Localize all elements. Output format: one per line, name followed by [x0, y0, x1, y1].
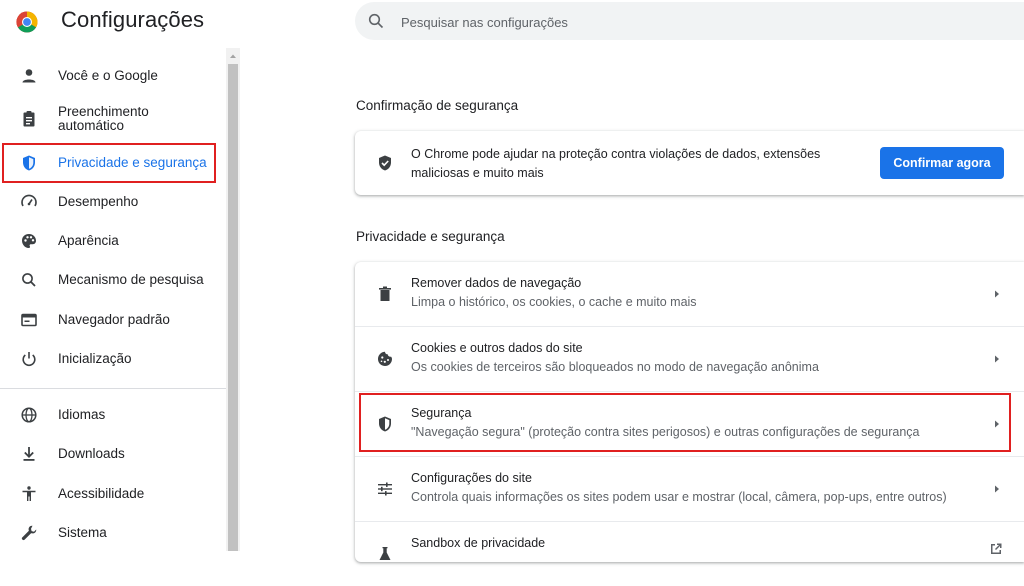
- row-title: Remover dados de navegação: [411, 276, 582, 290]
- chrome-logo-icon: [16, 11, 38, 33]
- section-title-safety-check: Confirmação de segurança: [356, 98, 519, 113]
- cookie-icon: [375, 349, 395, 369]
- sidebar-item-label: Inicialização: [58, 351, 132, 366]
- flask-icon: [375, 544, 395, 564]
- search-icon: [19, 270, 39, 290]
- row-security[interactable]: Segurança "Navegação segura" (proteção c…: [355, 392, 1024, 456]
- page-title: Configurações: [61, 7, 205, 32]
- sidebar-item-sistema[interactable]: Sistema: [0, 515, 226, 551]
- sidebar-item-label: Downloads: [58, 446, 125, 461]
- search-input[interactable]: [399, 11, 963, 33]
- search-bar[interactable]: [355, 2, 1024, 40]
- sidebar-item-label: Navegador padrão: [58, 312, 170, 327]
- privacy-card: Remover dados de navegação Limpa o histó…: [355, 262, 1024, 562]
- row-site-settings[interactable]: Configurações do site Controla quais inf…: [355, 457, 1024, 521]
- search-icon: [368, 13, 384, 29]
- sliders-icon: [375, 479, 395, 499]
- sidebar-item-desempenho[interactable]: Desempenho: [0, 184, 226, 220]
- row-title: Cookies e outros dados do site: [411, 341, 583, 355]
- sidebar-item-label: Idiomas: [58, 407, 106, 422]
- confirm-now-button[interactable]: Confirmar agora: [880, 147, 1004, 179]
- row-subtitle: Limpa o histórico, os cookies, o cache e…: [411, 295, 697, 309]
- globe-icon: [19, 405, 39, 425]
- shield-icon: [19, 153, 39, 173]
- sidebar-item-label: Aparência: [58, 233, 119, 248]
- safety-check-card: O Chrome pode ajudar na proteção contra …: [355, 131, 1024, 195]
- sidebar-item-preenchimento-automatico[interactable]: Preenchimento automático: [0, 101, 226, 137]
- sidebar-item-label: Sistema: [58, 525, 107, 540]
- sidebar-scrollbar-thumb[interactable]: [228, 64, 238, 551]
- sidebar-item-acessibilidade[interactable]: Acessibilidade: [0, 476, 226, 512]
- clipboard-icon: [19, 109, 39, 129]
- sidebar-item-idiomas[interactable]: Idiomas: [0, 397, 226, 433]
- sidebar-item-label: Desempenho: [58, 194, 139, 209]
- row-subtitle: "Navegação segura" (proteção contra site…: [411, 425, 920, 439]
- sidebar-item-mecanismo-de-pesquisa[interactable]: Mecanismo de pesquisa: [0, 262, 226, 298]
- row-privacy-sandbox[interactable]: Sandbox de privacidade: [355, 522, 1024, 586]
- wrench-icon: [19, 523, 39, 543]
- shield-check-icon: [375, 153, 395, 173]
- chevron-right-icon: [995, 420, 999, 428]
- palette-icon: [19, 231, 39, 251]
- browser-icon: [19, 310, 39, 330]
- chevron-right-icon: [995, 290, 999, 298]
- sidebar-item-voce-e-o-google[interactable]: Você e o Google: [0, 58, 226, 94]
- row-title: Configurações do site: [411, 471, 532, 485]
- header: Configurações: [0, 0, 1024, 44]
- sidebar-item-label: Acessibilidade: [58, 486, 145, 501]
- sidebar-divider: [0, 388, 226, 389]
- person-icon: [19, 66, 39, 86]
- row-cookies[interactable]: Cookies e outros dados do site Os cookie…: [355, 327, 1024, 391]
- sidebar-item-aparencia[interactable]: Aparência: [0, 223, 226, 259]
- row-subtitle: Controla quais informações os sites pode…: [411, 490, 947, 504]
- sidebar-item-label: Preenchimento automático: [58, 104, 149, 133]
- sidebar-item-privacidade-e-seguranca[interactable]: Privacidade e segurança: [0, 145, 226, 181]
- sidebar-item-label: Privacidade e segurança: [58, 155, 207, 170]
- sidebar-item-label: Mecanismo de pesquisa: [58, 272, 204, 287]
- security-shield-icon: [375, 414, 395, 434]
- speedometer-icon: [19, 192, 39, 212]
- accessibility-icon: [19, 484, 39, 504]
- chevron-right-icon: [995, 485, 999, 493]
- power-icon: [19, 349, 39, 369]
- sidebar-item-navegador-padrao[interactable]: Navegador padrão: [0, 302, 226, 338]
- safety-check-text: O Chrome pode ajudar na proteção contra …: [411, 147, 821, 180]
- chevron-right-icon: [995, 355, 999, 363]
- scroll-up-arrow-icon[interactable]: [228, 51, 238, 61]
- row-title: Sandbox de privacidade: [411, 536, 546, 550]
- sidebar-item-inicializacao[interactable]: Inicialização: [0, 341, 226, 377]
- sidebar-item-downloads[interactable]: Downloads: [0, 436, 226, 472]
- download-icon: [19, 444, 39, 464]
- external-link-icon: [991, 543, 1002, 554]
- trash-icon: [375, 284, 395, 304]
- section-title-privacy: Privacidade e segurança: [356, 229, 505, 244]
- row-title: Segurança: [411, 406, 472, 420]
- sidebar-item-label: Você e o Google: [58, 68, 158, 83]
- row-subtitle: Os cookies de terceiros são bloqueados n…: [411, 360, 819, 374]
- row-clear-browsing-data[interactable]: Remover dados de navegação Limpa o histó…: [355, 262, 1024, 326]
